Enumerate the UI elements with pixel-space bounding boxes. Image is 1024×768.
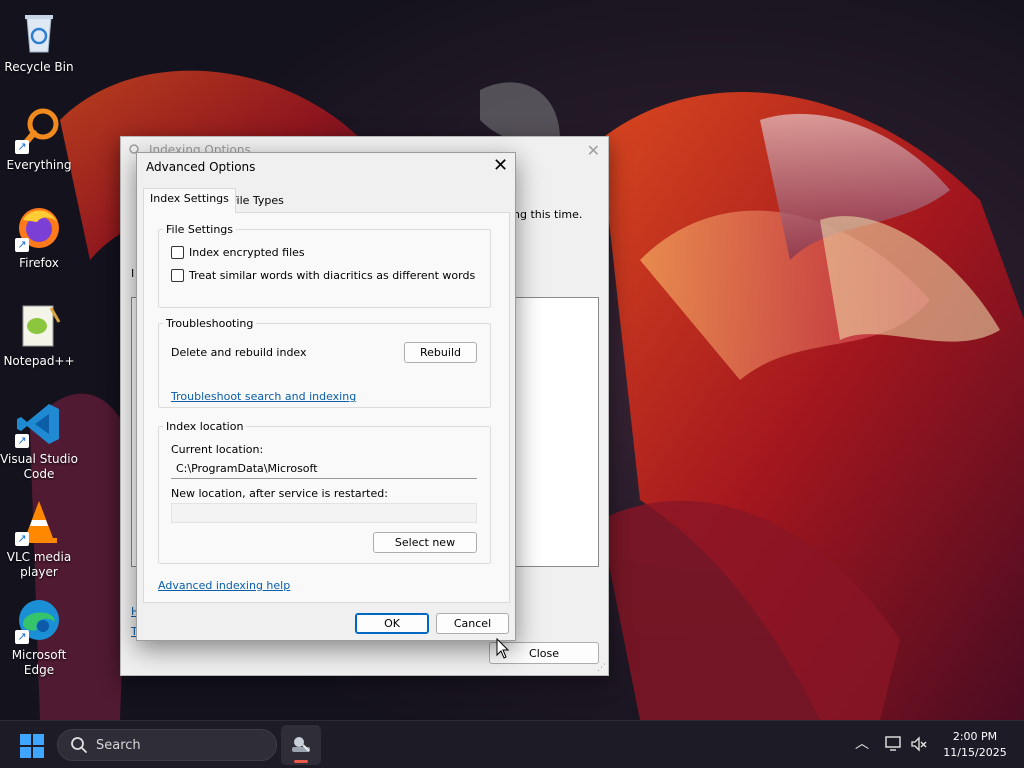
desktop-icon-recycle-bin[interactable]: Recycle Bin: [0, 8, 78, 75]
troubleshooting-group: Troubleshooting Delete and rebuild index…: [158, 317, 491, 408]
close-icon[interactable]: ✕: [493, 156, 508, 176]
index-location-group: Index location Current location: C:\Prog…: [158, 420, 491, 564]
network-icon[interactable]: [884, 735, 902, 753]
indexing-options-icon: [292, 737, 310, 752]
show-hidden-icons-chevron-icon[interactable]: ︿: [855, 733, 869, 753]
index-settings-panel: File Settings Index encrypted files Trea…: [143, 212, 510, 603]
search-placeholder: Search: [96, 737, 141, 753]
notepad-plus-plus-icon: [15, 302, 63, 350]
new-location-label: New location, after service is restarted…: [171, 487, 388, 500]
desktop-icon-label: VLC media player: [6, 550, 72, 579]
desktop-icon-label: Notepad++: [3, 354, 75, 368]
clock-time: 2:00 PM: [952, 730, 998, 743]
close-icon[interactable]: ✕: [587, 141, 600, 160]
everything-search-icon: ↗: [15, 106, 63, 154]
desktop-icon-label: Recycle Bin: [4, 60, 74, 74]
desktop-icon-label: Visual Studio Code: [0, 452, 78, 481]
taskbar: Search ︿ 2:00 PM 11/15/2025: [0, 720, 1024, 768]
checkbox-label: Treat similar words with diacritics as d…: [189, 269, 476, 282]
edge-icon: ↗: [15, 596, 63, 644]
desktop-icon-firefox[interactable]: ↗ Firefox: [0, 204, 78, 271]
volume-muted-icon[interactable]: [910, 735, 928, 753]
ok-button[interactable]: OK: [355, 613, 429, 634]
included-locations-label: I: [131, 267, 135, 280]
indexing-status-text: ng this time.: [513, 208, 583, 221]
desktop-icon-label: Firefox: [19, 256, 59, 270]
desktop-icon-label: Microsoft Edge: [11, 648, 67, 677]
file-settings-legend: File Settings: [166, 223, 234, 236]
troubleshoot-search-link[interactable]: Troubleshoot search and indexing: [171, 390, 356, 403]
tab-index-settings[interactable]: Index Settings: [143, 188, 236, 213]
recycle-bin-icon: [15, 8, 63, 56]
search-icon: [71, 737, 87, 753]
desktop-icon-notepad-plus-plus[interactable]: Notepad++: [0, 302, 78, 369]
resize-grip-icon[interactable]: ⋰: [597, 663, 606, 673]
index-encrypted-files-checkbox[interactable]: [171, 246, 184, 259]
desktop-icon-edge[interactable]: ↗ Microsoft Edge: [0, 596, 78, 678]
index-encrypted-files-option[interactable]: Index encrypted files: [171, 246, 305, 259]
desktop-icon-vlc[interactable]: ↗ VLC media player: [0, 498, 78, 580]
desktop-icon-everything[interactable]: ↗ Everything: [0, 106, 78, 173]
clock-date: 11/15/2025: [943, 746, 1007, 759]
current-location-label: Current location:: [171, 443, 264, 456]
select-new-button[interactable]: Select new: [373, 532, 477, 553]
diacritics-checkbox[interactable]: [171, 269, 184, 282]
vscode-icon: ↗: [15, 400, 63, 448]
windows-start-icon[interactable]: [20, 734, 44, 758]
mouse-cursor-icon: [496, 638, 510, 659]
taskbar-app-indexing-options[interactable]: [281, 725, 321, 765]
advanced-options-dialog[interactable]: Advanced Options ✕ Index Settings File T…: [136, 152, 516, 641]
new-location-field: [171, 503, 477, 523]
active-app-indicator: [294, 760, 308, 763]
current-location-field: C:\ProgramData\Microsoft: [171, 459, 477, 479]
rebuild-button[interactable]: Rebuild: [404, 342, 477, 363]
diacritics-option[interactable]: Treat similar words with diacritics as d…: [171, 269, 475, 282]
vlc-icon: ↗: [15, 498, 63, 546]
desktop-icon-label: Everything: [6, 158, 72, 172]
firefox-icon: ↗: [15, 204, 63, 252]
cancel-button[interactable]: Cancel: [436, 613, 509, 634]
taskbar-search-box[interactable]: Search: [57, 729, 277, 761]
dialog-title: Advanced Options: [146, 160, 256, 174]
system-clock[interactable]: 2:00 PM 11/15/2025: [935, 729, 1015, 761]
desktop-icon-vscode[interactable]: ↗ Visual Studio Code: [0, 400, 78, 482]
rebuild-index-label: Delete and rebuild index: [171, 346, 307, 359]
checkbox-label: Index encrypted files: [189, 246, 305, 259]
advanced-indexing-help-link[interactable]: Advanced indexing help: [158, 579, 290, 592]
file-settings-group: File Settings Index encrypted files Trea…: [158, 223, 491, 308]
troubleshooting-legend: Troubleshooting: [166, 317, 254, 330]
index-location-legend: Index location: [166, 420, 244, 433]
